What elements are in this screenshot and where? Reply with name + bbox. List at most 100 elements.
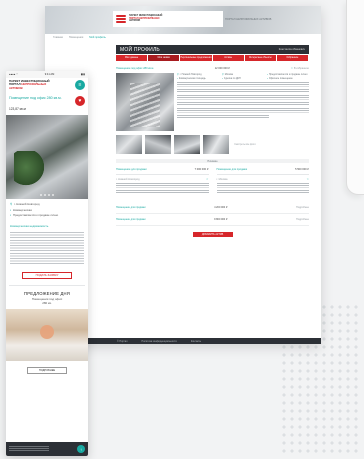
list-item-title[interactable]: Помещение для продажи: [116, 206, 146, 209]
details-button[interactable]: ПОДРОБНЕЕ: [27, 366, 67, 374]
listing-description: [10, 231, 84, 266]
info-icon: ▪: [177, 77, 178, 80]
offer-image[interactable]: [6, 308, 88, 361]
tab-interesting[interactable]: Интересные объекты: [244, 55, 277, 61]
listing-info: ⚲ г. Нижний Новгород ⚲ Москва ▪ Предоставля…: [177, 73, 309, 131]
tab-assets[interactable]: Активы: [212, 55, 245, 61]
offer-subtitle: Помещения под офис 280 кв.: [31, 296, 63, 305]
thumbnail[interactable]: [116, 135, 142, 154]
listing-main: ⚲ г. Нижний Новгород ⚲ Москва ▪ Предоставля…: [116, 73, 309, 131]
offer-city: г. Нижний Новгород: [116, 178, 140, 181]
offer-card[interactable]: Помещение для продажи 5 500 000 ₽ г. Моск…: [216, 168, 309, 194]
carousel-dot[interactable]: [40, 194, 42, 196]
menu-icon[interactable]: ≡: [75, 80, 85, 90]
user-name[interactable]: Константин Иванович: [279, 48, 305, 51]
offer-price: 5 500 000 ₽: [295, 168, 309, 171]
site-logo[interactable]: ПАРКЕТ ИНВЕСТИЦИОННЫЙ ПОРТАЛ НЕПРОФИЛЬНЫ…: [9, 79, 69, 90]
signal-icon: ●●●● ◠: [9, 73, 19, 76]
arrow-up-icon[interactable]: ↑: [77, 445, 85, 453]
listing-size: 123,87 кв.м: [9, 107, 26, 111]
description-line: [177, 82, 309, 87]
offer-text-line: [116, 183, 209, 188]
info-icon: ▪: [222, 77, 223, 80]
description-line: [177, 88, 309, 93]
tab-personal-offers[interactable]: Персональные предложения: [180, 55, 213, 61]
description-line: [177, 114, 270, 119]
offer-text-line: [216, 189, 309, 194]
add-asset-button[interactable]: ДОБАВИТЬ АКТИВ: [192, 232, 233, 237]
mobile-listing-head: Помещение под офис 280 кв.м. ♥: [6, 96, 88, 106]
mobile-page: ●●●● ◠ 9:41 AM ▮▮▮ ПАРКЕТ ИНВЕСТИЦИОННЫЙ…: [6, 71, 88, 456]
listing-price: 12 000 000 ₽: [214, 67, 231, 70]
thumbnail[interactable]: [145, 135, 171, 154]
status-time: 9:41 AM: [44, 73, 55, 76]
carousel-dot[interactable]: [44, 194, 46, 196]
tab-my-requests[interactable]: Мои заявки: [148, 55, 181, 61]
favorite-circle-button[interactable]: ♥: [75, 96, 85, 106]
building-icon: ▪: [10, 207, 11, 212]
logo-mark-icon: [116, 14, 126, 24]
breadcrumb-current: Мой профиль: [89, 36, 106, 39]
page-title: МОЙ ПРОФИЛЬ: [120, 46, 160, 53]
offer-title[interactable]: Помещение для продажи: [116, 168, 147, 171]
list-item-action[interactable]: Подробнее: [296, 218, 309, 221]
carousel-dots: [6, 194, 88, 196]
offer-text-line: [216, 183, 309, 188]
site-logo[interactable]: ПАРКЕТ ИНВЕСТИЦИОННЫЙ ПОРТАЛ НЕПРОФИЛЬНЫ…: [113, 11, 223, 27]
list-item-price: 4 200 000 ₽: [214, 206, 228, 209]
footer-link[interactable]: Контакты: [191, 340, 201, 343]
mobile-header: ПАРКЕТ ИНВЕСТИЦИОННЫЙ ПОРТАЛ НЕПРОФИЛЬНЫ…: [6, 78, 88, 96]
profile-titlebar: МОЙ ПРОФИЛЬ Константин Иванович: [116, 45, 309, 54]
listing-photo[interactable]: [116, 73, 174, 131]
similar-offers: Помещение для продажи 7 000 000 ₽ г. Нижн…: [116, 168, 309, 194]
list-item[interactable]: Помещение для продажи 9 800 000 ₽ Подроб…: [116, 214, 309, 226]
battery-icon: ▮▮▮: [80, 73, 85, 76]
offer-title[interactable]: Помещение для продажи: [217, 168, 248, 171]
listing-details: ⚲ г. Нижний Новгород ▪ Коммерческая ▪ Предо…: [10, 202, 59, 217]
carousel-dot[interactable]: [48, 194, 50, 196]
star-icon: ☆: [290, 67, 294, 70]
star-icon[interactable]: ☆: [206, 178, 208, 181]
pin-icon: ⚲: [10, 202, 13, 206]
favorite-button[interactable]: ☆ В избранное: [291, 67, 309, 70]
hero-tagline: ПОРТАЛ НЕПРОФИЛЬНЫХ АКТИВОВ: [225, 18, 272, 21]
listing-photo-carousel[interactable]: [6, 115, 88, 199]
footer-copyright: © Портал: [117, 339, 128, 343]
tab-favorites[interactable]: Избранное: [276, 55, 310, 61]
offer-text-line: [116, 189, 209, 194]
carousel-dot[interactable]: [52, 194, 54, 196]
more-photos-link[interactable]: Смотреть все фото: [232, 135, 258, 154]
status-bar: ●●●● ◠ 9:41 AM ▮▮▮: [6, 71, 88, 78]
info-icon: ▪: [267, 73, 268, 76]
offer-city: г. Москва: [216, 178, 228, 181]
star-icon[interactable]: ☆: [307, 178, 309, 181]
listing-header: Помещение под офис 280 кв.м. 12 000 000 …: [116, 67, 309, 70]
pin-icon: ⚲: [222, 73, 224, 76]
similar-separator: Похожие: [116, 159, 309, 163]
footer-link[interactable]: Политика конфиденциальности: [142, 340, 177, 343]
thumbnail[interactable]: [174, 135, 200, 154]
thumbnail[interactable]: [203, 135, 229, 154]
pin-icon: ⚲: [177, 73, 179, 76]
list-item-title[interactable]: Помещение для продажи: [116, 218, 146, 221]
offer-price: 7 000 000 ₽: [194, 168, 209, 171]
offer-card[interactable]: Помещение для продажи 7 000 000 ₽ г. Нижн…: [116, 168, 209, 194]
profile-tabs: Мои данные Мои заявки Персональные предл…: [116, 55, 310, 61]
info-icon: ▪: [267, 77, 268, 80]
footer-text: [9, 446, 49, 452]
list-item-action[interactable]: Подробнее: [296, 206, 309, 209]
tab-my-data[interactable]: Мои данные: [116, 55, 149, 61]
description-line: [177, 95, 309, 100]
listing-title-link[interactable]: Помещение под офис 280 кв.м.: [9, 96, 69, 100]
listing-type: Коммерческая недвижимость: [10, 223, 49, 228]
breadcrumb: Главная Помещения Мой профиль: [45, 34, 321, 41]
breadcrumb-item[interactable]: Главная: [53, 36, 63, 39]
laptop-frame: [346, 0, 364, 195]
listing-body: Помещение под офис 280 кв.м. 12 000 000 …: [116, 67, 309, 237]
submit-request-button[interactable]: ПОДАТЬ ЗАЯВКУ: [22, 271, 72, 279]
header-hero: ПАРКЕТ ИНВЕСТИЦИОННЫЙ ПОРТАЛ НЕПРОФИЛЬНЫ…: [45, 6, 321, 34]
list-item[interactable]: Помещение для продажи 4 200 000 ₽ Подроб…: [116, 202, 309, 214]
list-item-price: 9 800 000 ₽: [214, 218, 228, 221]
listing-title-link[interactable]: Помещение под офис 280 кв.м.: [116, 67, 154, 70]
breadcrumb-item[interactable]: Помещения: [69, 36, 83, 39]
